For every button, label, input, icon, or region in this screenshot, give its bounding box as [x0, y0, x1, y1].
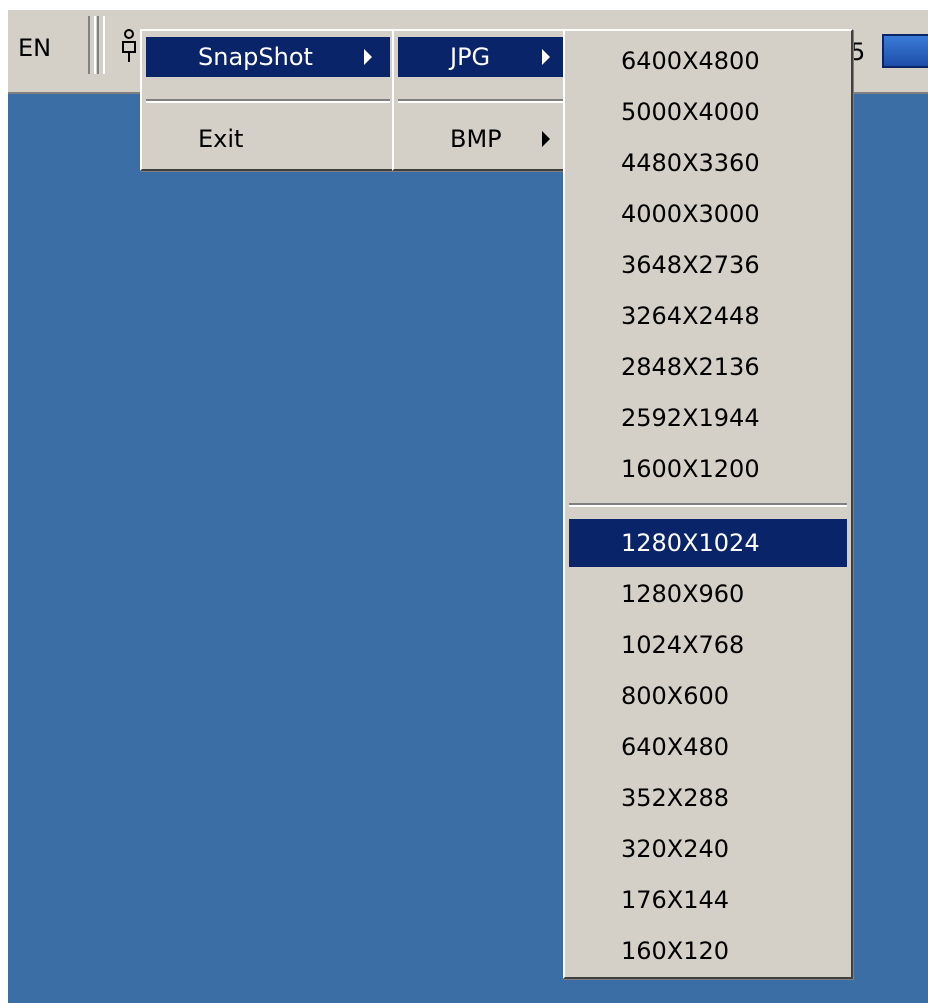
- resolution-item-selected[interactable]: 1280X1024: [569, 519, 847, 567]
- resolution-item[interactable]: 3264X2448: [569, 292, 847, 340]
- usb-camera-icon[interactable]: [118, 26, 140, 66]
- menu-item-label: JPG: [450, 43, 491, 71]
- resolution-item[interactable]: 1024X768: [569, 621, 847, 669]
- menu-separator: [398, 99, 564, 103]
- resolution-item[interactable]: 800X600: [569, 672, 847, 720]
- menu-separator: [569, 503, 847, 507]
- resolution-item[interactable]: 640X480: [569, 723, 847, 771]
- tray-separator: [88, 16, 96, 74]
- menu-item-label: SnapShot: [198, 43, 313, 71]
- resolution-item[interactable]: 1280X960: [569, 570, 847, 618]
- resolution-item[interactable]: 160X120: [569, 927, 847, 975]
- submenu-arrow-icon: [364, 49, 372, 65]
- resolution-item[interactable]: 2592X1944: [569, 394, 847, 442]
- resolution-item[interactable]: 4000X3000: [569, 190, 847, 238]
- snapshot-submenu: JPG BMP: [392, 29, 570, 171]
- menu-item-exit[interactable]: Exit: [146, 119, 390, 159]
- resolution-item[interactable]: 3648X2736: [569, 241, 847, 289]
- resolution-item[interactable]: 2848X2136: [569, 343, 847, 391]
- monitor-icon[interactable]: [882, 34, 928, 68]
- resolution-item[interactable]: 6400X4800: [569, 37, 847, 85]
- tray-separator: [97, 16, 105, 74]
- context-menu: SnapShot Exit: [140, 29, 396, 171]
- resolution-item[interactable]: 352X288: [569, 774, 847, 822]
- menu-item-label: BMP: [450, 125, 502, 153]
- menu-separator: [146, 99, 390, 103]
- resolution-item[interactable]: 176X144: [569, 876, 847, 924]
- menu-item-snapshot[interactable]: SnapShot: [146, 37, 390, 77]
- language-indicator[interactable]: EN: [18, 34, 51, 62]
- menu-item-label: Exit: [198, 125, 244, 153]
- menu-item-jpg[interactable]: JPG: [398, 37, 564, 77]
- submenu-arrow-icon: [542, 131, 550, 147]
- menu-item-bmp[interactable]: BMP: [398, 119, 564, 159]
- resolution-item[interactable]: 5000X4000: [569, 88, 847, 136]
- resolution-item[interactable]: 320X240: [569, 825, 847, 873]
- jpg-resolution-submenu: 6400X4800 5000X4000 4480X3360 4000X3000 …: [563, 29, 853, 979]
- resolution-item[interactable]: 1600X1200: [569, 445, 847, 493]
- resolution-item[interactable]: 4480X3360: [569, 139, 847, 187]
- submenu-arrow-icon: [542, 49, 550, 65]
